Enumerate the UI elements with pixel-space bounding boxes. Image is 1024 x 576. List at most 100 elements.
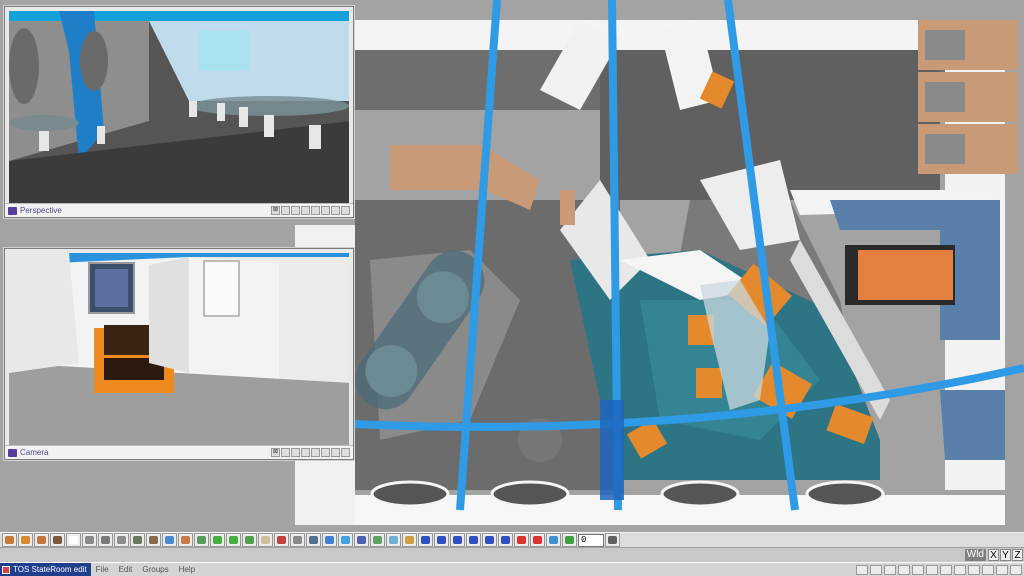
layers-icon[interactable] bbox=[386, 533, 401, 547]
rings-icon[interactable] bbox=[370, 533, 385, 547]
shortcut-icon[interactable] bbox=[856, 564, 868, 575]
porthole-1 bbox=[370, 480, 450, 508]
fast-forward-icon[interactable] bbox=[498, 533, 513, 547]
shortcut-icon[interactable] bbox=[912, 564, 924, 575]
tube-icon[interactable] bbox=[242, 533, 257, 547]
menu-help[interactable]: Help bbox=[174, 565, 200, 574]
rewind-icon[interactable] bbox=[418, 533, 433, 547]
shortcut-icon[interactable] bbox=[982, 564, 994, 575]
camera-scene bbox=[9, 253, 349, 445]
sky-icon[interactable] bbox=[338, 533, 353, 547]
keyframe-icon[interactable] bbox=[605, 533, 620, 547]
rotate-icon[interactable] bbox=[98, 533, 113, 547]
perspective-scene bbox=[9, 11, 349, 203]
perspective-viewport[interactable]: Perspective ⊠ bbox=[4, 6, 354, 218]
camera-canvas[interactable] bbox=[9, 253, 349, 445]
fit-icon[interactable] bbox=[341, 206, 350, 215]
light-icon[interactable] bbox=[226, 533, 241, 547]
close-icon[interactable]: ⊠ bbox=[271, 448, 280, 457]
porthole-2 bbox=[490, 480, 570, 508]
paint-icon[interactable] bbox=[274, 533, 289, 547]
coordinate-space-label[interactable]: Wld bbox=[964, 549, 986, 561]
fence-icon[interactable] bbox=[178, 533, 193, 547]
sphere-icon[interactable] bbox=[34, 533, 49, 547]
axis-y-button[interactable]: Y bbox=[1000, 549, 1011, 561]
record-icon[interactable] bbox=[514, 533, 529, 547]
record-alt-icon[interactable] bbox=[530, 533, 545, 547]
wireframe-icon[interactable] bbox=[291, 206, 300, 215]
menu-groups[interactable]: Groups bbox=[137, 565, 173, 574]
step-back-icon[interactable] bbox=[434, 533, 449, 547]
play-back-icon[interactable] bbox=[450, 533, 465, 547]
scale-icon[interactable] bbox=[114, 533, 129, 547]
move-icon[interactable] bbox=[82, 533, 97, 547]
pan-icon[interactable] bbox=[321, 206, 330, 215]
viewport-icon bbox=[8, 448, 17, 457]
taskbar: TOS StateRoom edit File Edit Groups Help bbox=[0, 562, 1024, 576]
shortcut-icon[interactable] bbox=[940, 564, 952, 575]
shortcut-icon[interactable] bbox=[884, 564, 896, 575]
axis-x-button[interactable]: X bbox=[988, 549, 999, 561]
pan-icon[interactable] bbox=[321, 448, 330, 457]
cursor-icon[interactable] bbox=[66, 533, 81, 547]
shortcut-icon[interactable] bbox=[870, 564, 882, 575]
chair-icon[interactable] bbox=[50, 533, 65, 547]
camera-icon[interactable] bbox=[322, 533, 337, 547]
app-tab[interactable]: TOS StateRoom edit bbox=[0, 563, 91, 576]
grid-icon[interactable] bbox=[290, 533, 305, 547]
perspective-statusbar: Perspective ⊠ bbox=[5, 203, 353, 217]
mesh-icon[interactable] bbox=[130, 533, 145, 547]
terrain-icon[interactable] bbox=[146, 533, 161, 547]
coordinate-bar: Wld X Y Z bbox=[0, 548, 1024, 562]
porthole-3 bbox=[660, 480, 740, 508]
bed bbox=[858, 250, 953, 300]
wireframe-icon[interactable] bbox=[291, 448, 300, 457]
swap-icon[interactable] bbox=[546, 533, 561, 547]
axis-z-button[interactable]: Z bbox=[1012, 549, 1023, 561]
main-toolbar: 0 bbox=[0, 532, 1024, 548]
bone-icon[interactable] bbox=[258, 533, 273, 547]
camera-statusbar: Camera ⊠ bbox=[5, 445, 353, 459]
app-icon bbox=[2, 565, 10, 574]
path-icon[interactable] bbox=[194, 533, 209, 547]
close-icon[interactable]: ⊠ bbox=[271, 206, 280, 215]
view-shortcut-tray bbox=[856, 564, 1024, 575]
menu-edit[interactable]: Edit bbox=[114, 565, 138, 574]
texture-icon[interactable] bbox=[301, 448, 310, 457]
shortcut-icon[interactable] bbox=[996, 564, 1008, 575]
app-title: TOS StateRoom edit bbox=[13, 565, 87, 574]
shortcut-icon[interactable] bbox=[968, 564, 980, 575]
texture-icon[interactable] bbox=[306, 533, 321, 547]
wave-icon[interactable] bbox=[210, 533, 225, 547]
render-icon[interactable] bbox=[281, 448, 290, 457]
frame-input[interactable]: 0 bbox=[578, 533, 604, 547]
texture-icon[interactable] bbox=[301, 206, 310, 215]
cube-icon[interactable] bbox=[18, 533, 33, 547]
step-forward-icon[interactable] bbox=[482, 533, 497, 547]
perspective-label: Perspective bbox=[20, 206, 62, 215]
viewport-icon bbox=[8, 206, 17, 215]
perspective-canvas[interactable] bbox=[9, 11, 349, 203]
porthole-4 bbox=[805, 480, 885, 508]
shortcut-icon[interactable] bbox=[898, 564, 910, 575]
camera-viewport[interactable]: Camera ⊠ bbox=[4, 248, 354, 460]
water-icon[interactable] bbox=[162, 533, 177, 547]
box-icon[interactable] bbox=[2, 533, 17, 547]
zoom-icon[interactable] bbox=[311, 206, 320, 215]
shortcut-icon[interactable] bbox=[926, 564, 938, 575]
menu-file[interactable]: File bbox=[91, 565, 114, 574]
play-icon[interactable] bbox=[466, 533, 481, 547]
camera-label: Camera bbox=[20, 448, 49, 457]
shortcut-icon[interactable] bbox=[1010, 564, 1022, 575]
fit-icon[interactable] bbox=[341, 448, 350, 457]
hatch-icon[interactable] bbox=[354, 533, 369, 547]
orbit-icon[interactable] bbox=[331, 448, 340, 457]
camera-view-tools[interactable]: ⊠ bbox=[271, 448, 350, 457]
zoom-icon[interactable] bbox=[311, 448, 320, 457]
orbit-icon[interactable] bbox=[331, 206, 340, 215]
perspective-view-tools[interactable]: ⊠ bbox=[271, 206, 350, 215]
shape-icon[interactable] bbox=[402, 533, 417, 547]
render-icon[interactable] bbox=[281, 206, 290, 215]
shortcut-icon[interactable] bbox=[954, 564, 966, 575]
loop-icon[interactable] bbox=[562, 533, 577, 547]
